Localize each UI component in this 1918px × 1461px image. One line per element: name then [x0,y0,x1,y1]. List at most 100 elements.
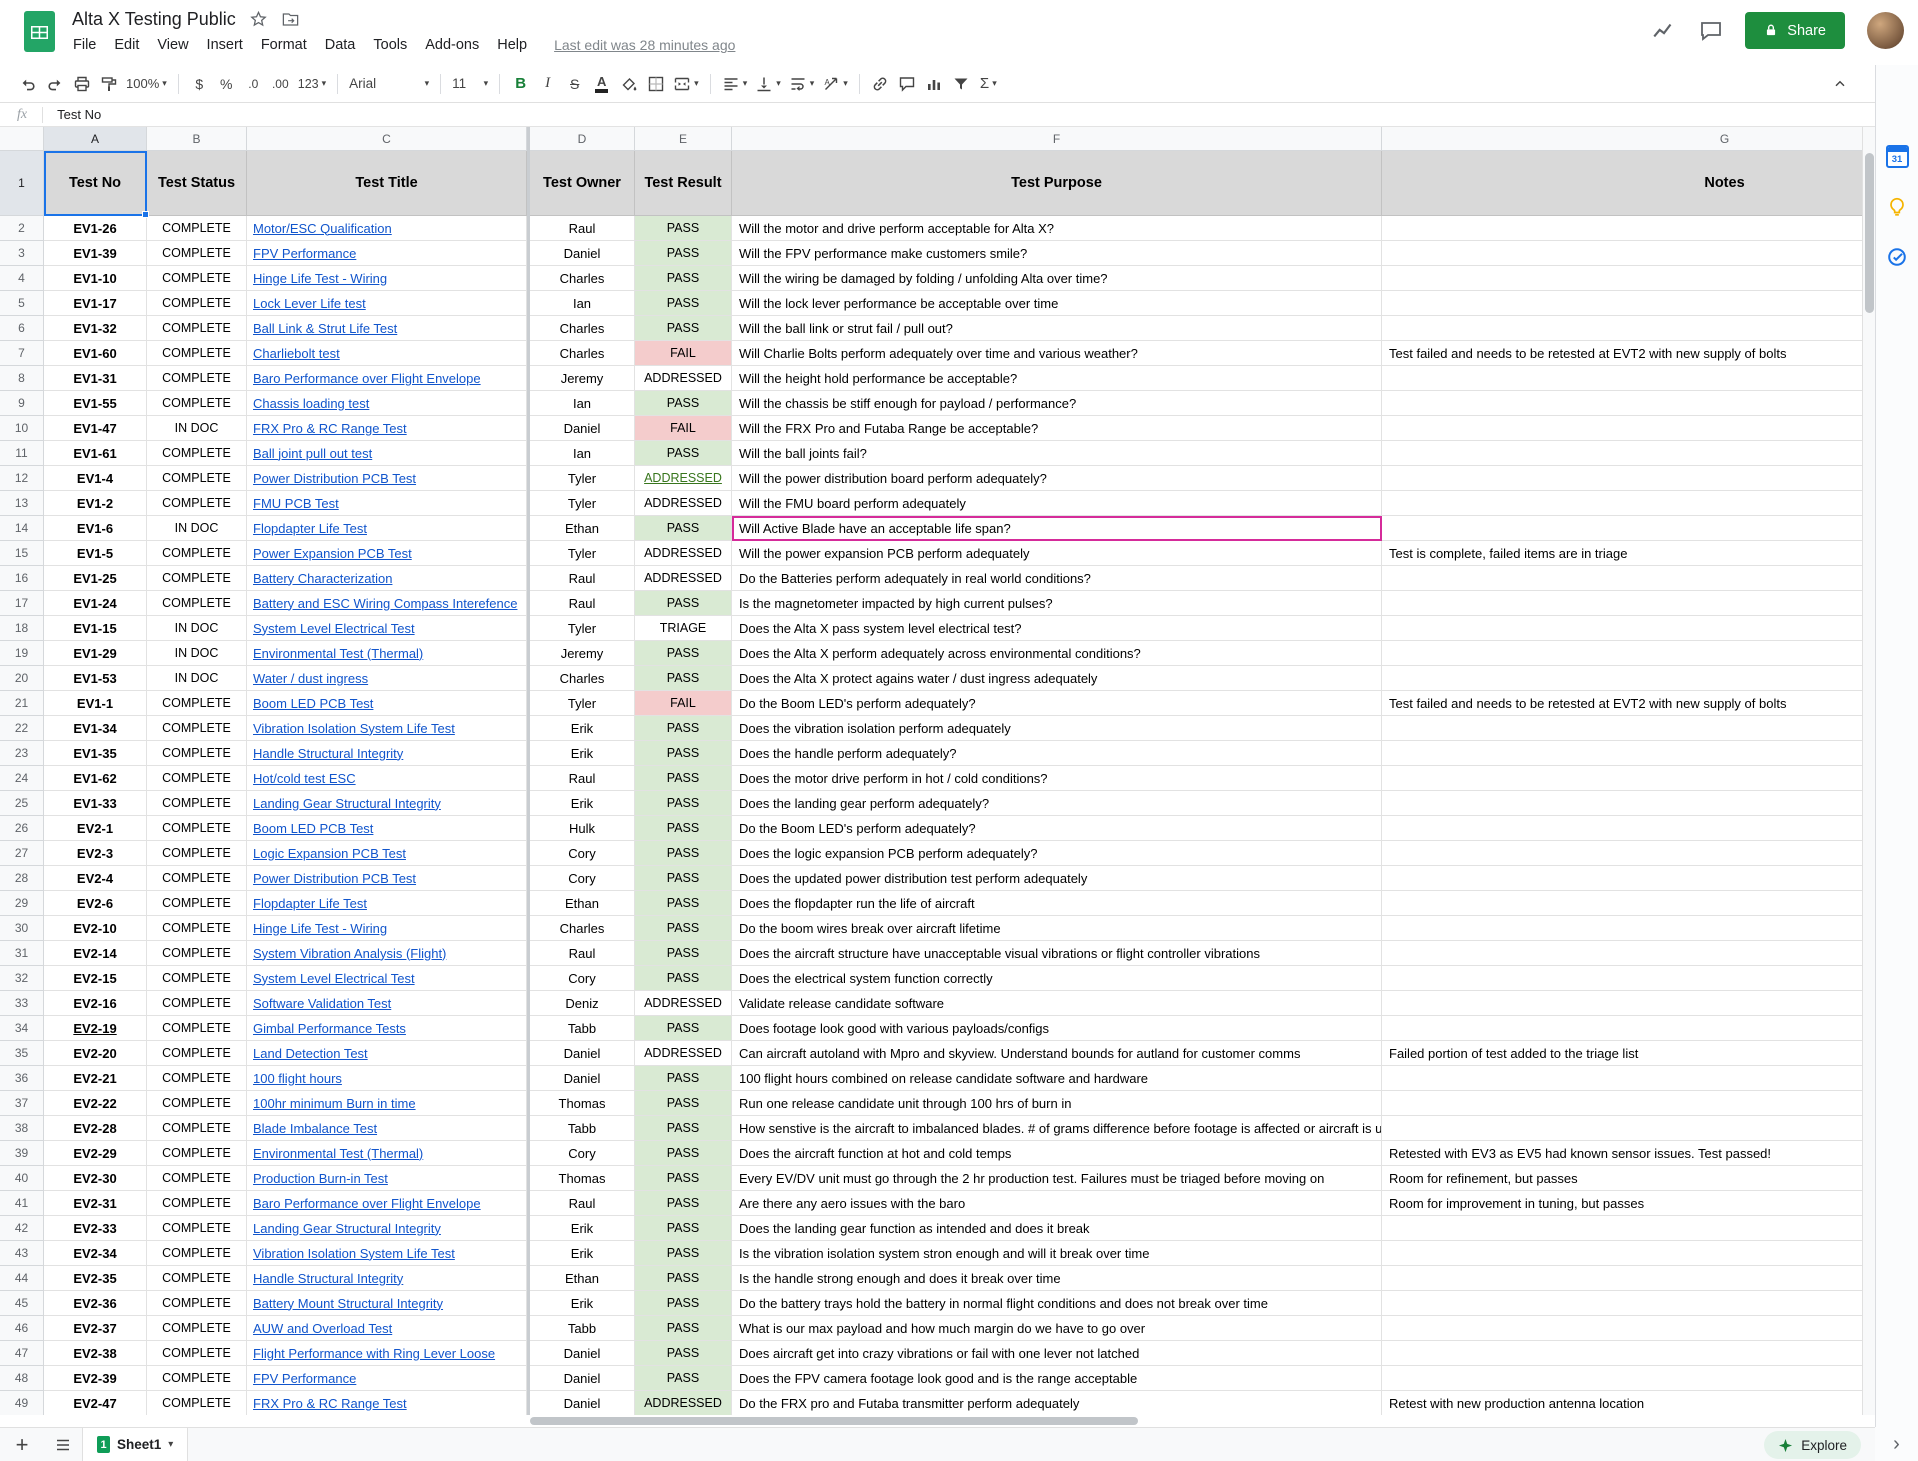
test-title-link[interactable]: Vibration Isolation System Life Test [253,1246,455,1261]
cell-F39[interactable]: Does the aircraft function at hot and co… [732,1141,1382,1166]
calendar-icon[interactable]: 31 [1886,145,1909,168]
cell-B11[interactable]: COMPLETE [147,441,247,466]
row-header-4[interactable]: 4 [0,266,44,291]
cell-A7[interactable]: EV1-60 [44,341,147,366]
cell-F19[interactable]: Does the Alta X perform adequately acros… [732,641,1382,666]
header-cell-D1[interactable]: Test Owner [530,151,635,216]
cell-E4[interactable]: PASS [635,266,732,291]
cell-E48[interactable]: PASS [635,1366,732,1391]
cell-A3[interactable]: EV1-39 [44,241,147,266]
test-title-link[interactable]: Charliebolt test [253,346,340,361]
cell-D41[interactable]: Raul [530,1191,635,1216]
test-title-link[interactable]: Battery Mount Structural Integrity [253,1296,443,1311]
cell-C23[interactable]: Handle Structural Integrity [247,741,527,766]
cell-E14[interactable]: PASS [635,516,732,541]
menu-addons[interactable]: Add-ons [416,34,488,56]
trend-chart-icon[interactable] [1651,18,1677,44]
cell-A23[interactable]: EV1-35 [44,741,147,766]
cell-E30[interactable]: PASS [635,916,732,941]
cell-A2[interactable]: EV1-26 [44,216,147,241]
row-header-40[interactable]: 40 [0,1166,44,1191]
menu-help[interactable]: Help [488,34,536,56]
test-title-link[interactable]: Flopdapter Life Test [253,896,367,911]
cell-F4[interactable]: Will the wiring be damaged by folding / … [732,266,1382,291]
cell-D7[interactable]: Charles [530,341,635,366]
cell-C12[interactable]: Power Distribution PCB Test [247,466,527,491]
row-header-27[interactable]: 27 [0,841,44,866]
cell-E35[interactable]: ADDRESSED [635,1041,732,1066]
cell-F9[interactable]: Will the chassis be stiff enough for pay… [732,391,1382,416]
menu-view[interactable]: View [148,34,197,56]
cell-G34[interactable] [1382,1016,1862,1041]
cell-G40[interactable]: Room for refinement, but passes [1382,1166,1862,1191]
cell-E24[interactable]: PASS [635,766,732,791]
cell-E17[interactable]: PASS [635,591,732,616]
cell-C8[interactable]: Baro Performance over Flight Envelope [247,366,527,391]
test-title-link[interactable]: Chassis loading test [253,396,369,411]
cell-E26[interactable]: PASS [635,816,732,841]
cell-F13[interactable]: Will the FMU board perform adequately [732,491,1382,516]
row-header-15[interactable]: 15 [0,541,44,566]
cell-D21[interactable]: Tyler [530,691,635,716]
cell-B20[interactable]: IN DOC [147,666,247,691]
row-header-21[interactable]: 21 [0,691,44,716]
cell-D28[interactable]: Cory [530,866,635,891]
cell-B14[interactable]: IN DOC [147,516,247,541]
cell-B28[interactable]: COMPLETE [147,866,247,891]
row-header-19[interactable]: 19 [0,641,44,666]
test-title-link[interactable]: Blade Imbalance Test [253,1121,377,1136]
cell-E42[interactable]: PASS [635,1216,732,1241]
cell-C48[interactable]: FPV Performance [247,1366,527,1391]
cell-D20[interactable]: Charles [530,666,635,691]
cell-E37[interactable]: PASS [635,1091,732,1116]
cell-E10[interactable]: FAIL [635,416,732,441]
cell-E8[interactable]: ADDRESSED [635,366,732,391]
cell-C33[interactable]: Software Validation Test [247,991,527,1016]
cell-G24[interactable] [1382,766,1862,791]
increase-decimals-button[interactable]: .00 [267,70,294,97]
row-header-3[interactable]: 3 [0,241,44,266]
column-header-B[interactable]: B [147,127,247,151]
cell-C42[interactable]: Landing Gear Structural Integrity [247,1216,527,1241]
column-header-E[interactable]: E [635,127,732,151]
cell-D39[interactable]: Cory [530,1141,635,1166]
cell-F31[interactable]: Does the aircraft structure have unaccep… [732,941,1382,966]
test-title-link[interactable]: Hinge Life Test - Wiring [253,921,387,936]
cell-G48[interactable] [1382,1366,1862,1391]
test-title-link[interactable]: System Level Electrical Test [253,971,415,986]
fill-color-button[interactable] [615,70,642,97]
row-header-7[interactable]: 7 [0,341,44,366]
cell-G46[interactable] [1382,1316,1862,1341]
cell-E33[interactable]: ADDRESSED [635,991,732,1016]
cell-B41[interactable]: COMPLETE [147,1191,247,1216]
cell-A48[interactable]: EV2-39 [44,1366,147,1391]
bold-button[interactable]: B [507,70,534,97]
cell-B39[interactable]: COMPLETE [147,1141,247,1166]
cell-E20[interactable]: PASS [635,666,732,691]
cell-F16[interactable]: Do the Batteries perform adequately in r… [732,566,1382,591]
row-header-11[interactable]: 11 [0,441,44,466]
cell-F8[interactable]: Will the height hold performance be acce… [732,366,1382,391]
header-cell-C1[interactable]: Test Title [247,151,527,216]
test-title-link[interactable]: Lock Lever Life test [253,296,366,311]
cell-F24[interactable]: Does the motor drive perform in hot / co… [732,766,1382,791]
cell-A33[interactable]: EV2-16 [44,991,147,1016]
cell-B16[interactable]: COMPLETE [147,566,247,591]
cell-F6[interactable]: Will the ball link or strut fail / pull … [732,316,1382,341]
cell-D18[interactable]: Tyler [530,616,635,641]
cell-D17[interactable]: Raul [530,591,635,616]
cell-A5[interactable]: EV1-17 [44,291,147,316]
row-header-42[interactable]: 42 [0,1216,44,1241]
cell-G31[interactable] [1382,941,1862,966]
row-header-46[interactable]: 46 [0,1316,44,1341]
cell-B36[interactable]: COMPLETE [147,1066,247,1091]
cell-G37[interactable] [1382,1091,1862,1116]
test-title-link[interactable]: Ball Link & Strut Life Test [253,321,397,336]
cell-G14[interactable] [1382,516,1862,541]
cell-G20[interactable] [1382,666,1862,691]
cell-E12[interactable]: ADDRESSED [635,466,732,491]
cell-E38[interactable]: PASS [635,1116,732,1141]
cell-F42[interactable]: Does the landing gear function as intend… [732,1216,1382,1241]
cell-F22[interactable]: Does the vibration isolation perform ade… [732,716,1382,741]
cell-G45[interactable] [1382,1291,1862,1316]
